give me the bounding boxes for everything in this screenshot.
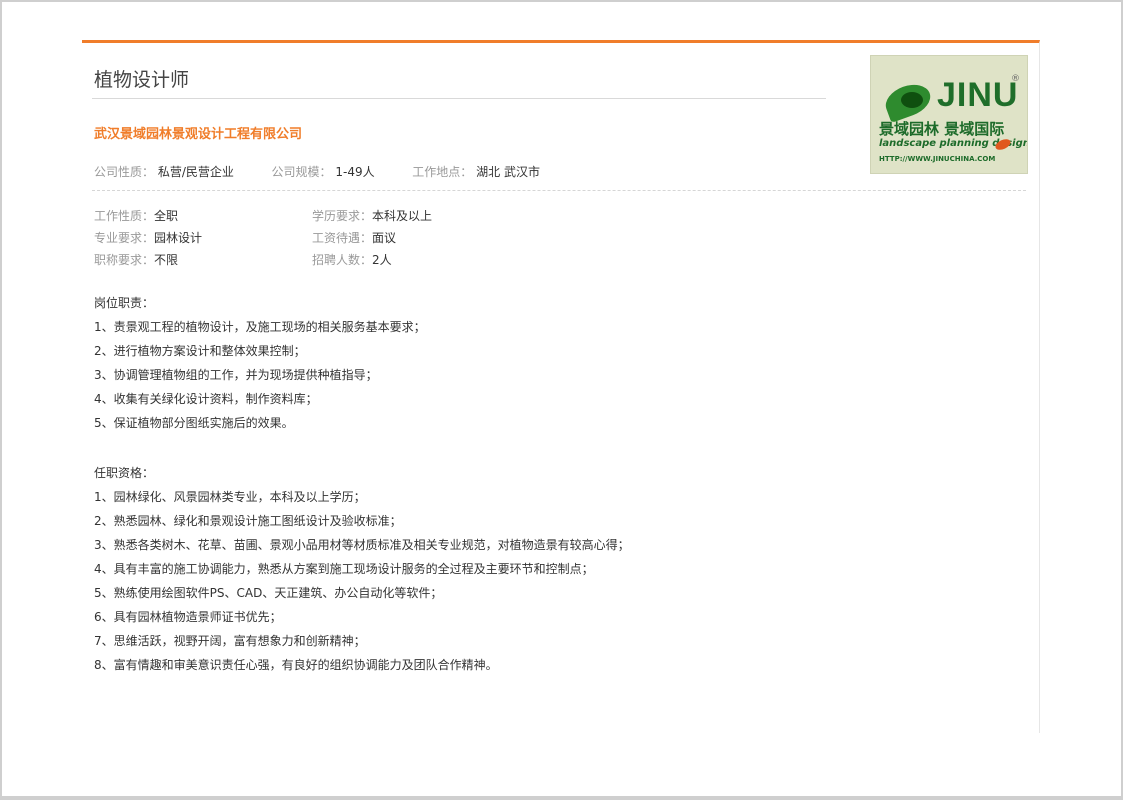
job-type-label: 工作性质： [94,209,155,223]
work-location-label: 工作地点： [412,165,473,179]
list-item: 6、具有园林植物造景师证书优先； [94,610,282,624]
list-item: 1、责景观工程的植物设计，及施工现场的相关服务基本要求； [94,320,426,334]
salary-label: 工资待遇： [312,231,373,245]
logo-brand-text: JINU [937,76,1019,114]
list-item: 5、保证植物部分图纸实施后的效果。 [94,416,294,430]
job-type-value: 全职 [154,209,179,223]
company-nature-label: 公司性质： [94,165,155,179]
registered-mark: ® [1011,74,1020,84]
company-logo[interactable]: JINU ® 景域园林 景域国际 landscape planning desi… [870,55,1028,174]
qualifications-heading: 任职资格： [94,466,155,480]
job-title: 植物设计师 [94,69,190,91]
job-detail-card: 植物设计师 武汉景域园林景观设计工程有限公司 公司性质： 私营/民营企业 公司规… [82,40,1040,733]
list-item: 1、园林绿化、风景园林类专业，本科及以上学历； [94,490,366,504]
education-label: 学历要求： [312,209,373,223]
title-req-value: 不限 [154,253,179,267]
company-meta: 公司性质： 私营/民营企业 公司规模： 1-49人 工作地点： 湖北 武汉市 [94,163,540,180]
headcount-label: 招聘人数： [312,253,373,267]
job-description: 岗位职责： 1、责景观工程的植物设计，及施工现场的相关服务基本要求； 2、进行植… [94,291,630,677]
list-item: 2、熟悉园林、绿化和景观设计施工图纸设计及验收标准； [94,514,402,528]
responsibilities-heading: 岗位职责： [94,296,155,310]
list-item: 4、收集有关绿化设计资料，制作资料库； [94,392,318,406]
list-item: 5、熟练使用绘图软件PS、CAD、天正建筑、办公自动化等软件； [94,586,443,600]
list-item: 3、协调管理植物组的工作，并为现场提供种植指导； [94,368,378,382]
headcount-value: 2人 [372,253,392,267]
education-value: 本科及以上 [372,209,433,223]
title-req-label: 职称要求： [94,253,155,267]
list-item: 4、具有丰富的施工协调能力，熟悉从方案到施工现场设计服务的全过程及主要环节和控制… [94,562,594,576]
logo-chinese-name: 景域园林 景域国际 [879,120,1005,138]
major-value: 园林设计 [154,231,203,245]
list-item: 7、思维活跃，视野开阔，富有想象力和创新精神； [94,634,366,648]
list-item: 8、富有情趣和审美意识责任心强，有良好的组织协调能力及团队合作精神。 [94,658,498,672]
company-size-value: 1-49人 [335,165,375,179]
title-divider [92,98,826,99]
list-item: 2、进行植物方案设计和整体效果控制； [94,344,306,358]
logo-url: HTTP://WWW.JINUCHINA.COM [879,155,996,163]
company-nature-value: 私营/民营企业 [157,165,234,179]
dashed-divider [92,190,1026,191]
leaf-logo-icon [901,92,923,108]
salary-value: 面议 [372,231,397,245]
list-item: 3、熟悉各类树木、花草、苗圃、景观小品用材等材质标准及相关专业规范，对植物造景有… [94,538,630,552]
work-location-value: 湖北 武汉市 [476,165,540,179]
page-frame: 植物设计师 武汉景域园林景观设计工程有限公司 公司性质： 私营/民营企业 公司规… [2,2,1121,796]
major-label: 专业要求： [94,231,155,245]
company-size-label: 公司规模： [271,165,332,179]
company-name-link[interactable]: 武汉景域园林景观设计工程有限公司 [94,123,302,142]
